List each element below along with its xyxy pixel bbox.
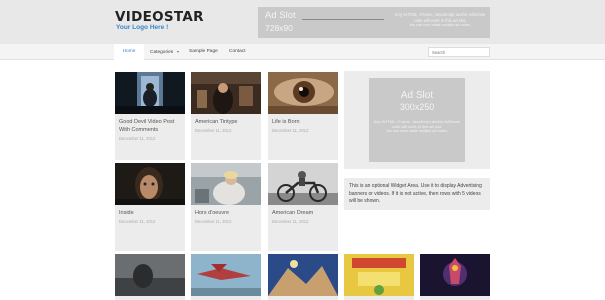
post-date: December 11, 2012 (195, 219, 232, 224)
post-card[interactable]: American Dream December 11, 2012 (268, 163, 338, 251)
nav-sample-page[interactable]: Sample Page (189, 44, 218, 60)
post-title[interactable]: Hors d'oeuvre (195, 210, 259, 218)
post-card[interactable]: Good Devil Video Post With Comments Dece… (115, 72, 185, 160)
post-title[interactable]: American Tintype (195, 119, 259, 127)
post-card[interactable] (344, 254, 414, 300)
post-date: December 11, 2012 (272, 128, 309, 133)
post-thumbnail[interactable] (115, 254, 185, 296)
post-thumbnail[interactable] (344, 254, 414, 296)
post-card[interactable]: American Tintype December 11, 2012 (191, 72, 261, 160)
widget-area: This is an optional Widget Area. Use it … (344, 178, 490, 210)
post-card[interactable]: Inside December 11, 2012 (115, 163, 185, 251)
nav-categories-label: Categories (150, 50, 174, 55)
post-thumbnail[interactable] (268, 163, 338, 205)
post-date: December 11, 2012 (119, 219, 156, 224)
sidebar-ad-box[interactable]: Ad Slot 300x250 Any XHTML, iFrame, JavaS… (369, 78, 465, 162)
sidebar-ad-note: You can even rotate multiple ad codes. (386, 129, 448, 133)
sidebar-ad-size: 300x250 (399, 102, 435, 112)
post-thumbnail[interactable] (268, 254, 338, 296)
post-title[interactable]: Life is Born (272, 119, 336, 127)
post-title[interactable]: American Dream (272, 210, 336, 218)
post-thumbnail[interactable] (191, 163, 261, 205)
header-ad-slot[interactable]: Ad Slot 728x90 Any XHTML, iFrame, JavaSc… (258, 7, 490, 38)
site-tagline: Your Logo Here ! (116, 24, 169, 31)
post-card[interactable] (115, 254, 185, 300)
post-thumbnail[interactable] (115, 163, 185, 205)
search-input[interactable] (428, 47, 490, 57)
post-title[interactable]: Good Devil Video Post With Comments (119, 119, 183, 134)
header-ad-size: 728x90 (265, 23, 293, 33)
post-card[interactable]: Life is Born December 11, 2012 (268, 72, 338, 160)
post-thumbnail[interactable] (115, 72, 185, 114)
post-thumbnail[interactable] (268, 72, 338, 114)
nav-contact[interactable]: Contact (229, 44, 246, 60)
post-card[interactable] (191, 254, 261, 300)
post-thumbnail[interactable] (191, 72, 261, 114)
main-nav: Home Categories ▼ Sample Page Contact (0, 44, 605, 60)
nav-home[interactable]: Home (114, 44, 144, 60)
header-ad-title: Ad Slot (265, 10, 296, 21)
post-card[interactable]: Hors d'oeuvre December 11, 2012 (191, 163, 261, 251)
post-date: December 11, 2012 (272, 219, 309, 224)
post-thumbnail[interactable] (191, 254, 261, 296)
sidebar-ad-title: Ad Slot (400, 90, 434, 101)
post-date: December 11, 2012 (195, 128, 232, 133)
header-ad-divider (302, 19, 384, 20)
post-title[interactable]: Inside (119, 210, 183, 218)
post-thumbnail[interactable] (420, 254, 490, 296)
header-ad-note: You can even rotate multiple ad codes. (409, 23, 471, 27)
header-ad-info: Any XHTML, iFrame, JavaScript and/or AdS… (394, 12, 486, 29)
site-logo[interactable]: VIDEOSTAR (115, 9, 204, 25)
header-ad-info-text: Any XHTML, iFrame, JavaScript and/or AdS… (394, 12, 486, 23)
post-card[interactable] (268, 254, 338, 300)
sidebar-ad-info: Any XHTML, iFrame, JavaScript and/or AdS… (373, 119, 461, 129)
header-bar: VIDEOSTAR Your Logo Here ! Ad Slot 728x9… (0, 0, 605, 44)
post-card[interactable] (420, 254, 490, 300)
sidebar-ad-slot[interactable]: Ad Slot 300x250 Any XHTML, iFrame, JavaS… (344, 71, 490, 169)
caret-down-icon: ▼ (176, 50, 180, 54)
post-date: December 11, 2012 (119, 136, 156, 141)
nav-categories[interactable]: Categories ▼ (150, 44, 180, 60)
